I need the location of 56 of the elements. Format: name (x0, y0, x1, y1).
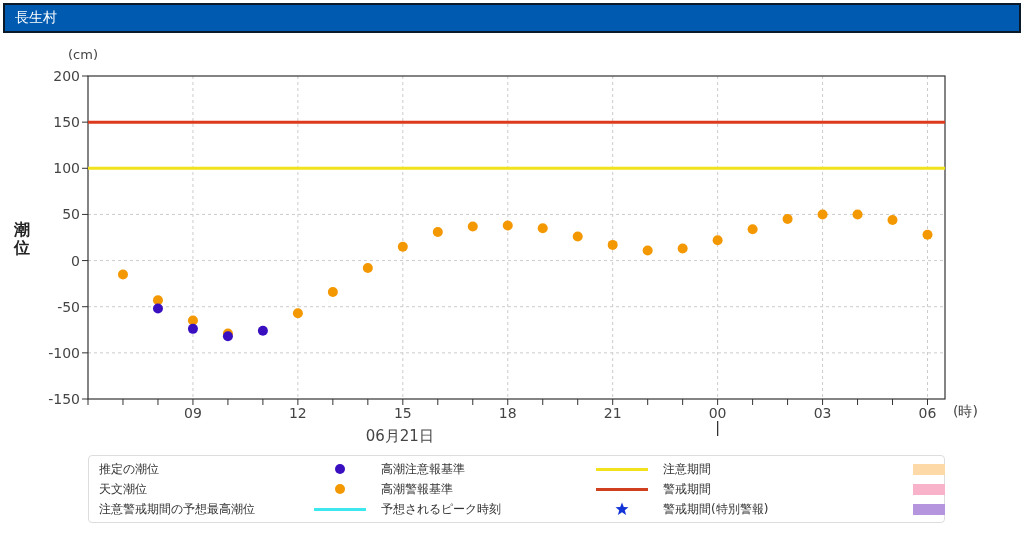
y-tick-label: 200 (53, 68, 80, 84)
x-tick-label: 00 (708, 405, 727, 421)
data-point (432, 226, 443, 237)
data-point (747, 224, 758, 235)
x-tick-label: 03 (813, 405, 832, 421)
y-tick-label: 0 (71, 252, 80, 269)
x-tick-label: 21 (603, 405, 622, 421)
data-point (922, 229, 933, 240)
date-label: 06月21日 (365, 427, 434, 445)
day-boundary-mark (717, 420, 719, 437)
data-point (887, 214, 898, 225)
data-point (852, 209, 863, 220)
data-point (607, 239, 618, 250)
data-point (292, 308, 303, 319)
data-point (152, 295, 163, 306)
y-axis-title: 潮位 (14, 221, 30, 257)
x-tick-label: 06 (918, 405, 937, 421)
data-point (782, 214, 793, 225)
x-unit-label: (時) (953, 403, 978, 419)
data-point (397, 241, 408, 252)
legend-label: 天文潮位 (99, 481, 148, 498)
data-point (187, 315, 198, 326)
data-point (642, 245, 653, 256)
y-tick-label: 100 (53, 160, 80, 177)
data-point (572, 231, 583, 242)
data-point (817, 209, 828, 220)
data-point (152, 303, 163, 314)
legend-label: 高潮警報基準 (381, 481, 454, 498)
legend-label: 予想されるピーク時刻 (381, 501, 502, 518)
x-tick-label: 09 (184, 405, 202, 421)
y-unit-label: (cm) (68, 47, 98, 62)
legend-label: 推定の潮位 (99, 461, 160, 478)
data-point (677, 243, 688, 254)
data-point (537, 223, 548, 234)
data-point (712, 235, 723, 246)
data-point (502, 220, 513, 231)
x-tick-label: 12 (288, 405, 307, 421)
x-tick-label: 18 (498, 405, 517, 421)
data-point (187, 323, 198, 334)
legend-label: 注意期間 (663, 461, 712, 478)
y-tick-label: -100 (48, 344, 80, 361)
data-point (327, 286, 338, 297)
data-point (118, 269, 128, 280)
data-point (362, 262, 373, 273)
legend-label: 警戒期間(特別警報) (663, 501, 770, 518)
y-tick-label: 150 (53, 114, 80, 131)
data-point (467, 221, 478, 232)
legend-label: 警戒期間 (663, 481, 712, 498)
y-tick-label: -150 (48, 391, 80, 407)
x-tick-label: 15 (393, 405, 412, 421)
header-title: 長生村 (3, 3, 1021, 33)
y-tick-label: 50 (62, 206, 80, 223)
data-point (257, 325, 268, 336)
legend-label: 高潮注意報基準 (381, 461, 466, 478)
legend-label: 注意警戒期間の予想最高潮位 (99, 501, 256, 518)
y-tick-label: -50 (57, 298, 80, 315)
